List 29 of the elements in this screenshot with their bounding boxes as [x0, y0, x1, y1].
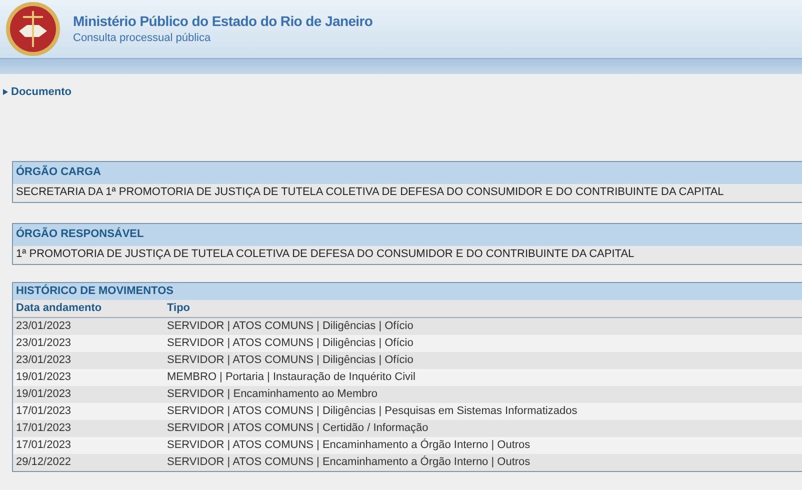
table-cell-text: 23/01/2023: [15, 336, 72, 351]
table-cell-text: 29/12/2022: [15, 454, 72, 470]
table-cell-text: SERVIDOR | ATOS COMUNS | Encaminhamento a Órgão Interno | Outros: [166, 438, 532, 453]
table-cell-text: 19/01/2023: [15, 386, 72, 402]
panel-value: SECRETARIA DA 1ª PROMOTORIA DE JUSTIÇA DE TUTELA COLETIVA DE DEFESA DO CONSUMIDOR E DO CONTRIBUINTE DA CAPITAL: [13, 184, 802, 202]
table-cell-text: 23/01/2023: [15, 352, 72, 368]
table-cell-text: 17/01/2023: [15, 420, 72, 436]
column-header: Data andamento: [15, 300, 103, 316]
table-cell-text: SERVIDOR | ATOS COMUNS | Encaminhamento a Órgão Interno | Outros: [166, 454, 532, 470]
table-cell-text: 19/01/2023: [15, 370, 72, 385]
site-subtitle: Consulta processual pública: [73, 31, 212, 46]
panel-heading: HISTÓRICO DE MOVIMENTOS: [13, 282, 802, 300]
column-header: Tipo: [166, 300, 192, 316]
table-cell-text: SERVIDOR | ATOS COMUNS | Diligências | Pesquisas em Sistemas Informatizados: [166, 404, 578, 419]
table-cell-text: 17/01/2023: [15, 404, 72, 419]
table-cell-text: SERVIDOR | ATOS COMUNS | Certidão / Informação: [166, 420, 430, 436]
table-cell-text: 23/01/2023: [15, 318, 72, 334]
panel-value: 1ª PROMOTORIA DE JUSTIÇA DE TUTELA COLETIVA DE DEFESA DO CONSUMIDOR E DO CONTRIBUINTE DA CAPITAL: [13, 246, 802, 264]
table-cell-text: SERVIDOR | ATOS COMUNS | Diligências | Ofício: [166, 318, 414, 334]
table-cell-text: SERVIDOR | ATOS COMUNS | Diligências | Ofício: [166, 336, 414, 351]
site-title: Ministério Público do Estado do Rio de Janeiro: [73, 12, 373, 30]
seal-logo: [5, 1, 61, 57]
panel-heading: ÓRGÃO CARGA: [13, 162, 802, 184]
table-cell-text: SERVIDOR | Encaminhamento ao Membro: [166, 386, 379, 402]
panel-heading: ÓRGÃO RESPONSÁVEL: [13, 224, 802, 246]
table-cell-text: MEMBRO | Portaria | Instauração de Inquérito Civil: [166, 370, 416, 385]
document-link[interactable]: Documento: [11, 84, 72, 100]
table-cell-text: 17/01/2023: [15, 438, 72, 453]
table-cell-text: SERVIDOR | ATOS COMUNS | Diligências | Ofício: [166, 352, 414, 368]
